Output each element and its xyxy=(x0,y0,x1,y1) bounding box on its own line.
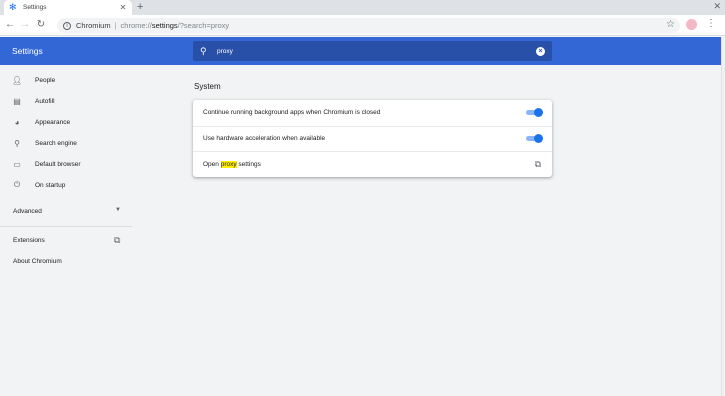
sidebar-advanced[interactable]: Advanced xyxy=(13,208,42,215)
sidebar-item-people[interactable]: 👤︎ People xyxy=(0,70,132,90)
open-in-new-icon[interactable]: ⧉ xyxy=(535,159,541,170)
omnibox-query: /?search=proxy xyxy=(177,21,230,30)
profile-avatar[interactable] xyxy=(686,19,697,30)
page-title: Settings xyxy=(12,46,43,56)
browser-toolbar: ← → ↻ i Chromium | chrome:// settings /?… xyxy=(0,15,725,36)
reload-icon[interactable]: ↻ xyxy=(34,18,48,32)
sidebar-item-autofill[interactable]: ▤ Autofill xyxy=(0,91,132,111)
close-icon[interactable]: ✕ xyxy=(119,3,127,12)
forward-icon[interactable]: → xyxy=(18,18,32,32)
search-icon: ⚲ xyxy=(14,138,20,148)
sidebar-item-label: Autofill xyxy=(35,97,55,105)
omnibox-path: settings xyxy=(151,21,178,30)
sidebar-item-default-browser[interactable]: ▭ Default browser xyxy=(0,154,132,174)
sidebar-item-about[interactable]: About Chromium xyxy=(13,258,62,265)
back-icon[interactable]: ← xyxy=(3,18,17,32)
label-suffix: settings xyxy=(236,160,261,168)
setting-row-hardware-acceleration[interactable]: Use hardware acceleration when available xyxy=(193,125,552,152)
setting-row-background-apps[interactable]: Continue running background apps when Ch… xyxy=(193,100,552,126)
sidebar-item-label: Appearance xyxy=(35,118,71,126)
sidebar-divider xyxy=(0,226,132,227)
setting-label: Use hardware acceleration when available xyxy=(203,135,326,143)
sidebar-item-label: Default browser xyxy=(35,160,81,168)
omnibox-host: Chromium xyxy=(76,21,111,30)
section-title-system: System xyxy=(194,82,221,91)
clipboard-icon: ▤ xyxy=(13,96,21,106)
sidebar-item-label: People xyxy=(35,76,56,84)
setting-row-proxy[interactable]: Open proxy settings ⧉ xyxy=(193,151,552,177)
toggle-knob xyxy=(534,134,543,144)
sidebar-item-search-engine[interactable]: ⚲ Search engine xyxy=(0,133,132,153)
sidebar-item-label: On startup xyxy=(35,181,66,189)
search-icon: ⚲ xyxy=(200,45,207,56)
search-highlight: proxy xyxy=(220,160,237,168)
background-apps-toggle[interactable] xyxy=(525,108,543,118)
site-info-icon[interactable]: i xyxy=(63,21,71,30)
menu-kebab-icon[interactable]: ⋮ xyxy=(706,18,716,29)
sidebar-item-label: Search engine xyxy=(35,139,77,147)
new-tab-button[interactable]: + xyxy=(137,1,143,13)
chevron-down-icon[interactable]: ▼ xyxy=(115,207,121,213)
setting-label: Continue running background apps when Ch… xyxy=(203,109,381,117)
toggle-knob xyxy=(534,108,543,118)
tab-settings[interactable]: ✻ Settings ✕ xyxy=(4,0,132,15)
omnibox-scheme: chrome:// xyxy=(120,21,152,30)
open-in-new-icon[interactable]: ⧉ xyxy=(114,235,120,246)
gear-icon: ✻ xyxy=(9,2,17,12)
address-bar[interactable]: i Chromium | chrome:// settings /?search… xyxy=(57,18,680,33)
browser-icon: ▭ xyxy=(13,159,21,169)
clear-search-icon[interactable]: × xyxy=(536,46,545,56)
tab-strip: ✻ Settings ✕ + ✕ xyxy=(0,0,725,15)
window-close-icon[interactable]: ✕ xyxy=(713,1,721,12)
sidebar-item-on-startup[interactable]: ⏻ On startup xyxy=(0,175,132,195)
sidebar-item-extensions[interactable]: Extensions xyxy=(13,237,45,244)
search-input[interactable] xyxy=(217,47,536,55)
tab-title: Settings xyxy=(23,4,47,11)
setting-label: Open proxy settings xyxy=(203,160,535,168)
bookmark-star-icon[interactable]: ☆ xyxy=(666,19,675,30)
scrollbar[interactable] xyxy=(721,37,725,396)
palette-icon: ◕ xyxy=(14,117,20,127)
system-settings-card: Continue running background apps when Ch… xyxy=(193,100,552,177)
label-prefix: Open xyxy=(203,160,221,168)
hardware-acceleration-toggle[interactable] xyxy=(525,134,543,144)
person-icon: 👤︎ xyxy=(12,75,23,85)
omnibox-separator: | xyxy=(114,21,117,30)
settings-search[interactable]: ⚲ × xyxy=(193,41,552,61)
power-icon: ⏻ xyxy=(13,180,21,189)
sidebar-item-appearance[interactable]: ◕ Appearance xyxy=(0,112,132,132)
